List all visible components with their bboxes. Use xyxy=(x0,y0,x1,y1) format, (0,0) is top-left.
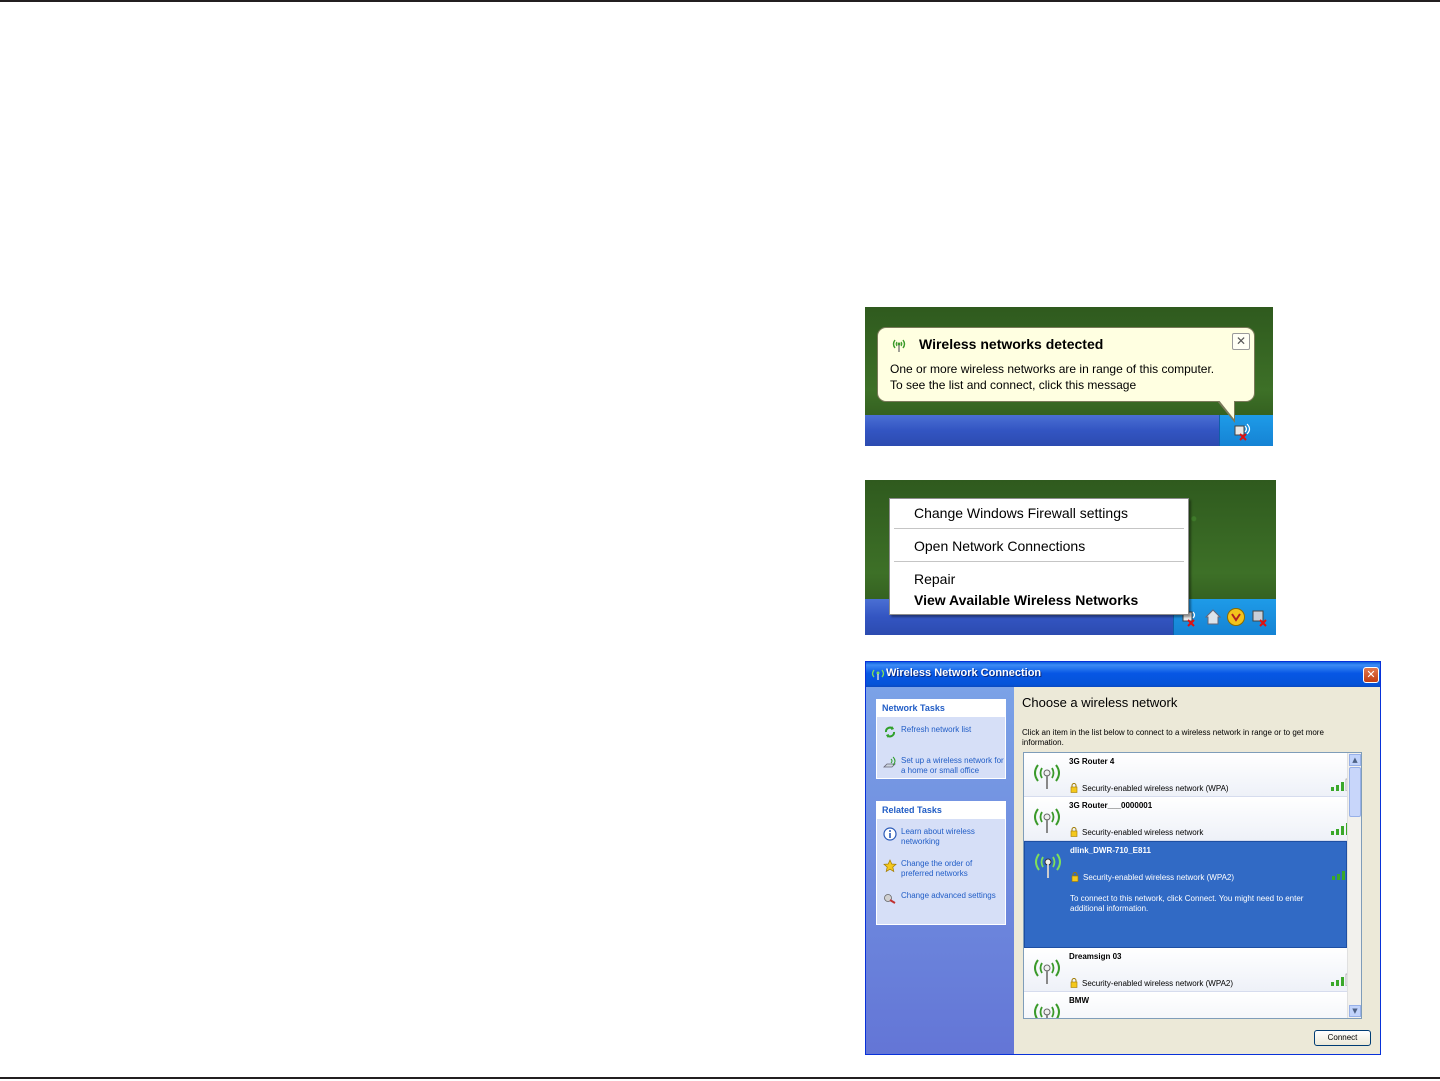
menu-separator xyxy=(894,528,1184,529)
menu-item-repair[interactable]: Repair xyxy=(914,571,955,587)
network-security: Security-enabled wireless network (WPA2) xyxy=(1083,873,1235,882)
network-list-scrollbar[interactable]: ▲ ▼ xyxy=(1347,753,1361,1018)
wireless-antenna-icon xyxy=(892,339,906,352)
close-icon[interactable]: ✕ xyxy=(1232,333,1250,350)
network-name: dlink_DWR-710_E811 xyxy=(1070,846,1151,855)
lock-icon xyxy=(1070,827,1078,837)
page-description: Click an item in the list below to conne… xyxy=(1022,728,1324,747)
wireless-antenna-icon xyxy=(1035,853,1061,878)
setup-wireless-network-link[interactable]: Set up a wireless network for a home or … xyxy=(883,756,1007,778)
network-security: Security-enabled wireless network xyxy=(1082,828,1204,837)
change-network-order-link[interactable]: Change the order of preferred networks xyxy=(883,859,1007,881)
menu-separator xyxy=(894,561,1184,562)
lock-icon xyxy=(1071,872,1079,882)
task-label: Change the order of preferred networks xyxy=(901,859,973,878)
task-label: Set up a wireless network for a home or … xyxy=(901,756,1004,775)
scrollbar-thumb[interactable] xyxy=(1349,767,1361,817)
lock-icon xyxy=(1070,978,1078,988)
refresh-icon xyxy=(885,726,895,738)
page-title: Choose a wireless network xyxy=(1022,695,1178,710)
balloon-pointer xyxy=(1218,399,1234,419)
connect-button[interactable]: Connect xyxy=(1314,1030,1371,1046)
menu-item-view-wireless-networks[interactable]: View Available Wireless Networks xyxy=(914,592,1138,608)
network-item[interactable]: 3G Router 4 Security-enabled wireless ne… xyxy=(1024,753,1354,797)
balloon-notification[interactable]: Wireless networks detected ✕ One or more… xyxy=(877,327,1255,402)
network-name: 3G Router 4 xyxy=(1069,757,1115,766)
network-item[interactable]: Dreamsign 03 Security-enabled wireless n… xyxy=(1024,948,1354,992)
related-tasks-panel: Related Tasks Learn about wireless netwo… xyxy=(876,801,1006,925)
task-pane: Network Tasks Refresh network list Set u… xyxy=(866,687,1014,1054)
network-tasks-panel: Network Tasks Refresh network list Set u… xyxy=(876,699,1006,779)
network-security: Security-enabled wireless network (WPA2) xyxy=(1082,979,1234,988)
task-label: Learn about wireless networking xyxy=(901,827,975,846)
balloon-screenshot: Wireless networks detected ✕ One or more… xyxy=(865,307,1273,446)
network-tasks-header: Network Tasks xyxy=(877,700,1005,717)
info-icon xyxy=(883,827,897,841)
window-title: Wireless Network Connection xyxy=(886,667,1042,679)
balloon-title: Wireless networks detected xyxy=(919,336,1104,352)
refresh-network-list-link[interactable]: Refresh network list xyxy=(883,725,1007,739)
network-name: 3G Router___0000001 xyxy=(1069,801,1153,810)
change-advanced-settings-link[interactable]: Change advanced settings xyxy=(883,891,1007,913)
task-label: Change advanced settings xyxy=(901,891,996,900)
network-name: BMW xyxy=(1069,996,1089,1005)
security-alert-icon[interactable] xyxy=(1226,607,1246,627)
tray-context-menu: Change Windows Firewall settings Open Ne… xyxy=(889,498,1189,615)
settings-icon xyxy=(884,894,896,904)
task-label: Refresh network list xyxy=(901,725,972,734)
menu-item-firewall-settings[interactable]: Change Windows Firewall settings xyxy=(914,505,1128,521)
setup-wireless-icon xyxy=(883,756,896,768)
network-disconnected-icon[interactable] xyxy=(1250,608,1272,628)
balloon-message-line-1: One or more wireless networks are in ran… xyxy=(890,362,1215,376)
scroll-up-icon[interactable]: ▲ xyxy=(1349,754,1361,766)
context-menu-screenshot: Change Windows Firewall settings Open Ne… xyxy=(865,480,1276,635)
taskbar xyxy=(865,415,1273,446)
network-item[interactable]: BMW xyxy=(1024,992,1347,1018)
star-icon xyxy=(883,859,897,873)
top-rule xyxy=(0,0,1440,2)
menu-item-open-network-connections[interactable]: Open Network Connections xyxy=(914,538,1085,554)
balloon-message: One or more wireless networks are in ran… xyxy=(890,361,1245,393)
lock-icon xyxy=(1070,783,1078,793)
related-tasks-header: Related Tasks xyxy=(877,802,1005,819)
wireless-antenna-icon xyxy=(1034,764,1060,789)
bottom-rule xyxy=(0,1077,1440,1079)
wireless-disconnected-icon[interactable] xyxy=(1232,422,1254,442)
close-icon[interactable]: ✕ xyxy=(1363,667,1379,683)
network-security: Security-enabled wireless network (WPA) xyxy=(1082,784,1229,793)
scroll-down-icon[interactable]: ▼ xyxy=(1349,1005,1361,1017)
home-network-icon[interactable] xyxy=(1204,608,1222,626)
window-titlebar[interactable]: Wireless Network Connection ✕ xyxy=(866,662,1380,687)
wireless-antenna-icon xyxy=(1034,808,1060,833)
network-name: Dreamsign 03 xyxy=(1069,952,1122,961)
wireless-antenna-icon xyxy=(871,669,885,680)
network-list[interactable]: 3G Router 4 Security-enabled wireless ne… xyxy=(1023,752,1362,1019)
wireless-antenna-icon xyxy=(1034,959,1060,984)
network-chooser-pane: Choose a wireless network Click an item … xyxy=(1014,687,1380,1054)
wireless-antenna-icon xyxy=(1034,1003,1060,1018)
balloon-message-line-2: To see the list and connect, click this … xyxy=(890,378,1137,392)
wireless-network-window: Wireless Network Connection ✕ Network Ta… xyxy=(865,661,1381,1055)
network-item[interactable]: 3G Router___0000001 Security-enabled wir… xyxy=(1024,797,1354,841)
network-connect-hint: To connect to this network, click Connec… xyxy=(1070,894,1304,913)
learn-wireless-link[interactable]: Learn about wireless networking xyxy=(883,827,1007,849)
network-item-selected[interactable]: dlink_DWR-710_E811 Security-enabled wire… xyxy=(1024,841,1355,948)
